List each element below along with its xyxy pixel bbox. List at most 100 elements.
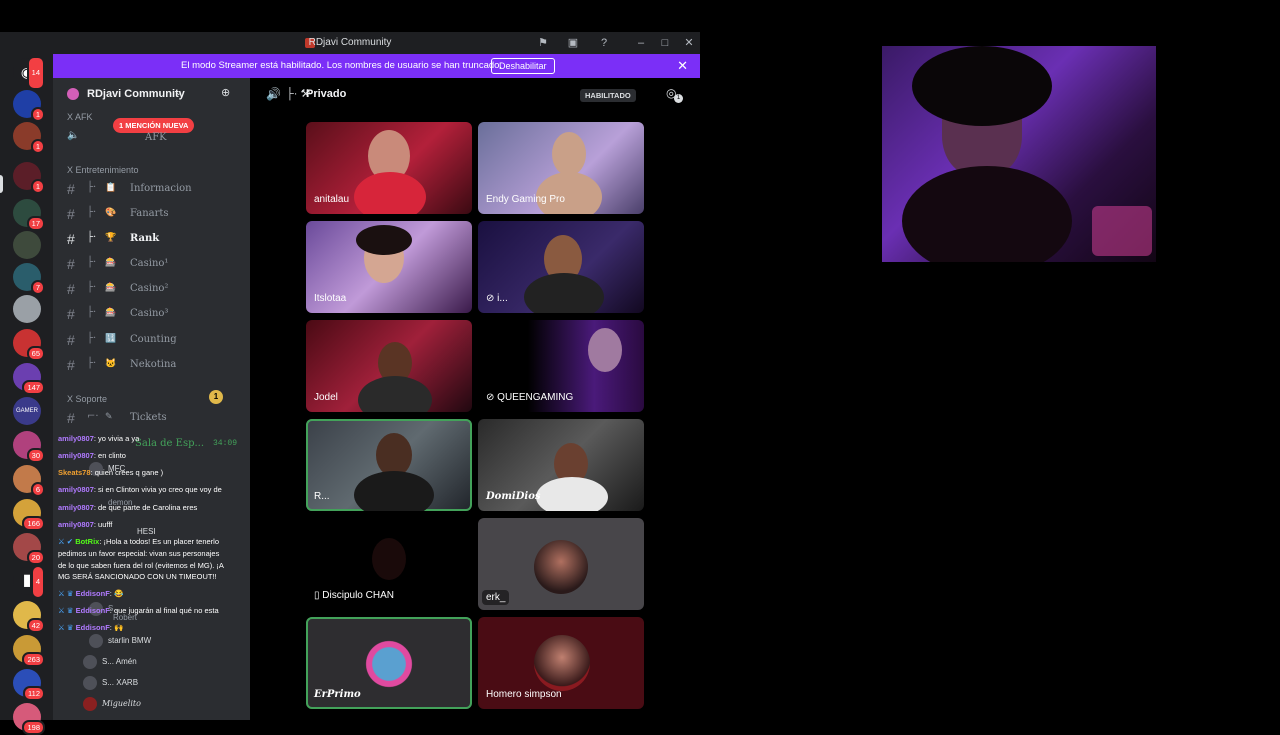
server-icon[interactable]: 7 bbox=[13, 263, 45, 295]
chat-message: amily0807: de que parte de Carolina eres bbox=[58, 503, 198, 512]
speaker-icon: 🔈 bbox=[67, 130, 80, 141]
avatar-tile-speaking[interactable]: ErPrimo bbox=[306, 617, 472, 709]
category-soporte[interactable]: X Soporte bbox=[67, 394, 107, 404]
status-badge: HABILITADO bbox=[580, 89, 636, 102]
participant-name: Jodel bbox=[314, 392, 338, 403]
video-tile[interactable]: ⊘ i... bbox=[478, 221, 644, 313]
participant-body bbox=[354, 471, 434, 511]
category-entretenimiento[interactable]: X Entretenimiento bbox=[67, 165, 139, 175]
add-member-icon[interactable]: ⊕ bbox=[221, 86, 230, 99]
avatar bbox=[534, 540, 588, 594]
participant-name: Itslotaa bbox=[314, 293, 347, 304]
server-icon[interactable]: 263 bbox=[13, 635, 45, 667]
participant-name: Endy Gaming Pro bbox=[486, 194, 565, 205]
hash-icon: # bbox=[67, 357, 75, 373]
category-afk[interactable]: X AFK bbox=[67, 112, 93, 122]
server-icon[interactable] bbox=[13, 231, 41, 259]
channel-tickets[interactable]: # ⌐· ✎ Tickets bbox=[65, 410, 245, 428]
window-title: RDjavi Community bbox=[308, 37, 392, 48]
server-header[interactable]: RDjavi Community ⌄ ⊕ bbox=[53, 78, 250, 110]
chevron-down-icon: ⌄ bbox=[175, 87, 183, 97]
voice-member[interactable]: S... Amén bbox=[83, 655, 137, 669]
server-icon[interactable]: 112 bbox=[13, 669, 45, 701]
channel-casino-2[interactable]: # ├· 🎰 Casino² bbox=[65, 281, 245, 299]
title-bar: RDjavi Community ⚑ ▣ ? – □ ✕ bbox=[0, 32, 700, 54]
server-list: ◉14 1 1 1 17 7 65 147 GAMER 30 6 166 20 … bbox=[0, 54, 53, 735]
participant-name: ⊘ QUEENGAMING bbox=[486, 392, 574, 403]
participant-body bbox=[536, 172, 602, 214]
avatar-tile[interactable]: erk_ bbox=[478, 518, 644, 610]
banner-message: El modo Streamer está habilitado. Los no… bbox=[181, 60, 503, 71]
server-icon[interactable]: 147 bbox=[13, 363, 45, 395]
banner-close-icon[interactable]: ✕ bbox=[677, 58, 688, 74]
chat-message: amily0807: si en Clinton vivia yo creo q… bbox=[58, 485, 222, 494]
participant-name: Homero simpson bbox=[486, 689, 562, 700]
video-tile[interactable]: Endy Gaming Pro bbox=[478, 122, 644, 214]
channel-casino-3[interactable]: # ├· 🎰 Casino³ bbox=[65, 306, 245, 324]
server-icon[interactable]: 30 bbox=[13, 431, 45, 463]
participant-hair bbox=[356, 225, 412, 255]
chat-message: amily0807: en clinto bbox=[58, 451, 126, 460]
window-close-icon[interactable]: ✕ bbox=[682, 36, 696, 50]
maximize-icon[interactable]: □ bbox=[658, 36, 672, 50]
server-icon[interactable]: 198 bbox=[13, 703, 45, 735]
video-tile[interactable]: anitalau bbox=[306, 122, 472, 214]
server-icon[interactable]: 1 bbox=[13, 122, 45, 154]
chat-message: ⚔ ♛ EddisonF: 🙌 bbox=[58, 623, 124, 632]
stage-channel-name: Privado bbox=[306, 88, 347, 100]
server-icon[interactable]: 1 bbox=[13, 90, 45, 122]
participant-face bbox=[552, 132, 586, 176]
channel-afk[interactable]: 🔈 AFK bbox=[65, 130, 245, 148]
server-name: RDjavi Community bbox=[87, 88, 185, 100]
selected-pip bbox=[0, 175, 3, 193]
background-light bbox=[1092, 206, 1152, 256]
hash-icon: # bbox=[67, 281, 75, 297]
server-icon[interactable]: 65 bbox=[13, 329, 45, 361]
channel-rank[interactable]: # ├· 🏆 Rank bbox=[65, 231, 245, 249]
voice-member[interactable]: starlin BMW bbox=[89, 634, 151, 648]
chat-message: de lo que saben fuera del rol (evitemos … bbox=[58, 561, 224, 570]
video-tile-speaking[interactable]: R... bbox=[306, 419, 472, 511]
disable-streamer-button[interactable]: Deshabilitar bbox=[491, 58, 555, 74]
channel-fanarts[interactable]: # ├· 🎨 Fanarts bbox=[65, 206, 245, 224]
video-tile[interactable]: Itslotaa bbox=[306, 221, 472, 313]
server-icon[interactable]: 166 bbox=[13, 499, 45, 531]
server-icon[interactable] bbox=[13, 295, 41, 323]
server-icon[interactable]: 17 bbox=[13, 199, 45, 231]
video-tile[interactable]: ⊘ QUEENGAMING bbox=[478, 320, 644, 412]
voice-stage: 🔊 ├· ⚒ · Privado HABILITADO ◎ 1 anitalau… bbox=[250, 78, 700, 720]
voice-member[interactable]: S... XARB bbox=[83, 676, 138, 690]
help-icon[interactable]: ? bbox=[597, 36, 611, 50]
video-tile[interactable]: Jodel bbox=[306, 320, 472, 412]
minimize-icon[interactable]: – bbox=[634, 36, 648, 50]
channel-informacion[interactable]: # ├· 📋 Informacion bbox=[65, 181, 245, 199]
participant-name: ▯ Discipulo CHAN bbox=[314, 590, 394, 601]
chat-message: pedimos un favor especial: vivan sus per… bbox=[58, 549, 220, 558]
avatar-tile[interactable]: Homero simpson bbox=[478, 617, 644, 709]
server-icon-selected[interactable]: 1 bbox=[13, 162, 45, 194]
server-icon[interactable]: GAMER bbox=[13, 397, 41, 425]
voice-member[interactable]: Miguelito bbox=[83, 697, 141, 711]
video-tile[interactable]: DomiDios bbox=[478, 419, 644, 511]
participant-name: DomiDios bbox=[486, 491, 541, 502]
participant-name: erk_ bbox=[482, 590, 510, 605]
streamer-mode-banner: El modo Streamer está habilitado. Los no… bbox=[53, 54, 700, 78]
server-icon[interactable]: ▮ 4 bbox=[13, 565, 45, 599]
participant-name: ErPrimo bbox=[314, 689, 361, 700]
server-icon[interactable]: 42 bbox=[13, 601, 45, 633]
chat-message: amily0807: uufff bbox=[58, 520, 113, 529]
participant-face bbox=[372, 538, 406, 580]
channel-counting[interactable]: # ├· 🔢 Counting bbox=[65, 332, 245, 350]
video-tile[interactable]: ▯ Discipulo CHAN bbox=[306, 518, 472, 610]
server-icon[interactable]: 6 bbox=[13, 465, 45, 497]
participant-body bbox=[536, 477, 608, 511]
participant-name: ⊘ i... bbox=[486, 293, 508, 304]
hash-icon: # bbox=[67, 332, 75, 348]
discord-home-icon[interactable]: ◉14 bbox=[13, 56, 45, 90]
channel-nekotina[interactable]: # ├· 🐱 Nekotina bbox=[65, 357, 245, 375]
pin-icon[interactable]: ⚑ bbox=[536, 36, 550, 50]
streamer-body bbox=[902, 166, 1072, 262]
screen-share-icon[interactable]: ▣ bbox=[566, 36, 580, 50]
server-icon[interactable]: 20 bbox=[13, 533, 45, 565]
channel-casino-1[interactable]: # ├· 🎰 Casino¹ bbox=[65, 256, 245, 274]
